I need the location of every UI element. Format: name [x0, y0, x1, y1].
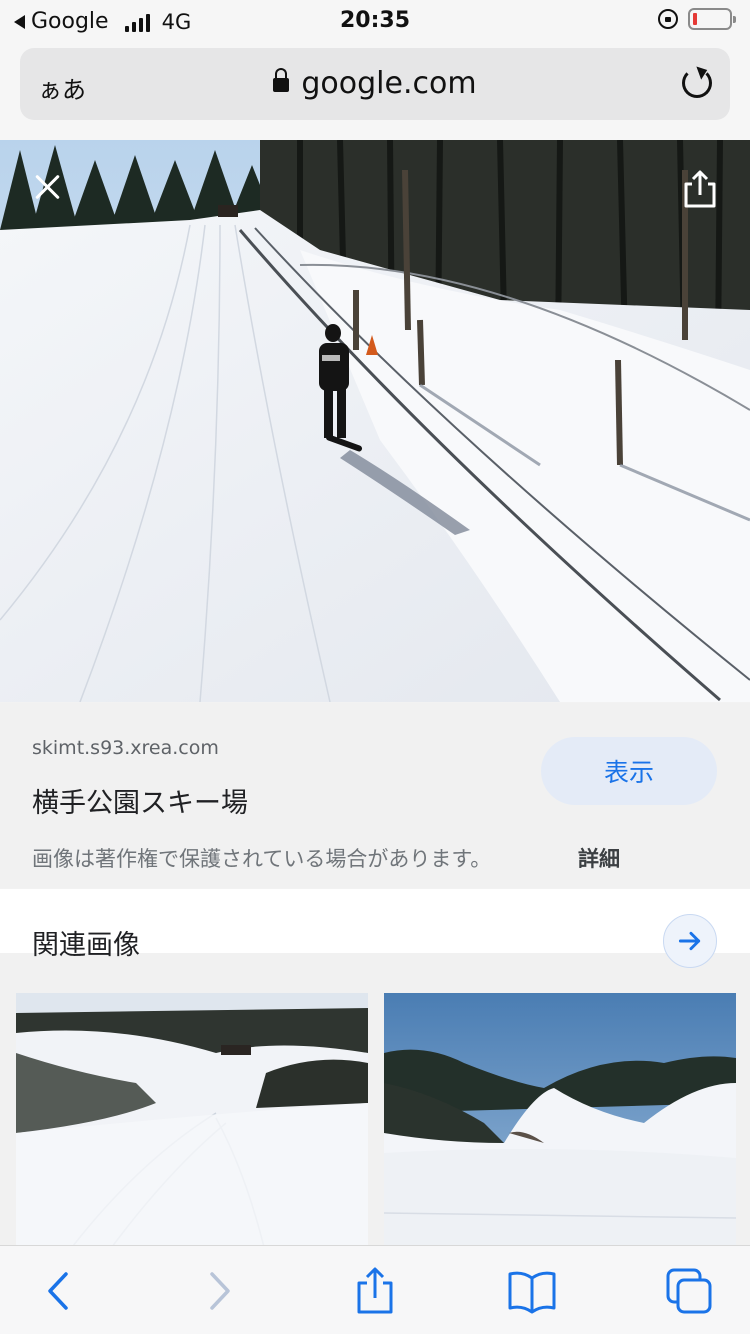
browser-toolbar	[0, 1245, 750, 1334]
book-icon[interactable]	[507, 1266, 557, 1316]
reload-icon[interactable]	[682, 68, 712, 98]
rotation-lock-icon	[658, 9, 678, 29]
lock-icon	[273, 68, 290, 92]
address-bar-area: ぁあ google.com	[0, 40, 750, 140]
share-icon[interactable]	[350, 1266, 400, 1316]
url-domain[interactable]: google.com	[20, 66, 730, 101]
arrow-right-icon[interactable]	[663, 914, 717, 968]
image-preview[interactable]	[0, 140, 750, 702]
image-info-panel: skimt.s93.xrea.com 横手公園スキー場 表示 画像は著作権で保護…	[0, 703, 750, 888]
share-icon[interactable]	[680, 168, 720, 210]
back-icon[interactable]	[34, 1266, 84, 1316]
related-photo-2	[384, 993, 736, 1255]
related-heading: 関連画像	[32, 930, 140, 961]
details-link[interactable]: 詳細	[578, 843, 620, 873]
close-icon[interactable]	[28, 168, 68, 208]
domain-text: google.com	[301, 66, 477, 101]
image-title[interactable]: 横手公園スキー場	[32, 781, 248, 820]
related-image-2[interactable]	[384, 993, 736, 1255]
copyright-notice: 画像は著作権で保護されている場合があります。	[32, 847, 492, 871]
source-site[interactable]: skimt.s93.xrea.com	[32, 737, 219, 759]
forward-icon[interactable]	[194, 1266, 244, 1316]
battery-icon	[688, 8, 736, 30]
related-image-1[interactable]	[16, 993, 368, 1255]
address-bar[interactable]: ぁあ google.com	[20, 48, 730, 120]
tabs-icon[interactable]	[664, 1266, 714, 1316]
status-bar: Google 4G 20:35	[0, 0, 750, 40]
ski-slope-photo	[0, 140, 750, 702]
view-button[interactable]: 表示	[541, 737, 717, 805]
related-photo-1	[16, 993, 368, 1255]
clock: 20:35	[339, 8, 411, 33]
